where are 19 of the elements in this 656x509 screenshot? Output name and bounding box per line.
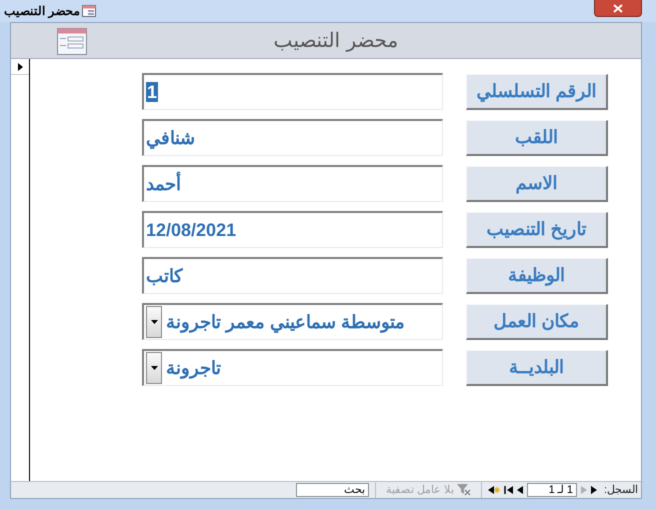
dropdown-field[interactable]: متوسطة سماعيني معمر تاجرونة <box>142 303 443 340</box>
field-label: اللقب <box>466 120 608 156</box>
field-label: الرقم التسلسلي <box>466 74 608 110</box>
form-title: محضر التنصيب <box>272 28 398 54</box>
text-field[interactable]: أحمد <box>142 165 443 202</box>
field-label: الاسم <box>466 166 608 202</box>
text-field[interactable]: كاتب <box>142 257 443 294</box>
field-label: البلديــة <box>466 350 608 386</box>
field-label: تاريخ التنصيب <box>466 212 608 248</box>
record-label: السجل: <box>604 482 638 498</box>
text-field[interactable]: 1 <box>142 73 443 110</box>
text-field[interactable]: 12/08/2021 <box>142 211 443 248</box>
field-label: مكان العمل <box>466 304 608 340</box>
search-field[interactable]: بحث <box>296 483 369 497</box>
record-position-field[interactable]: 1 لـ 1 <box>526 483 577 497</box>
window-title: محضر التنصيب <box>4 3 80 20</box>
field-label: الوظيفة <box>466 258 608 294</box>
text-field[interactable]: شنافي <box>142 119 443 156</box>
dropdown-field[interactable]: تاجرونة <box>142 349 443 386</box>
